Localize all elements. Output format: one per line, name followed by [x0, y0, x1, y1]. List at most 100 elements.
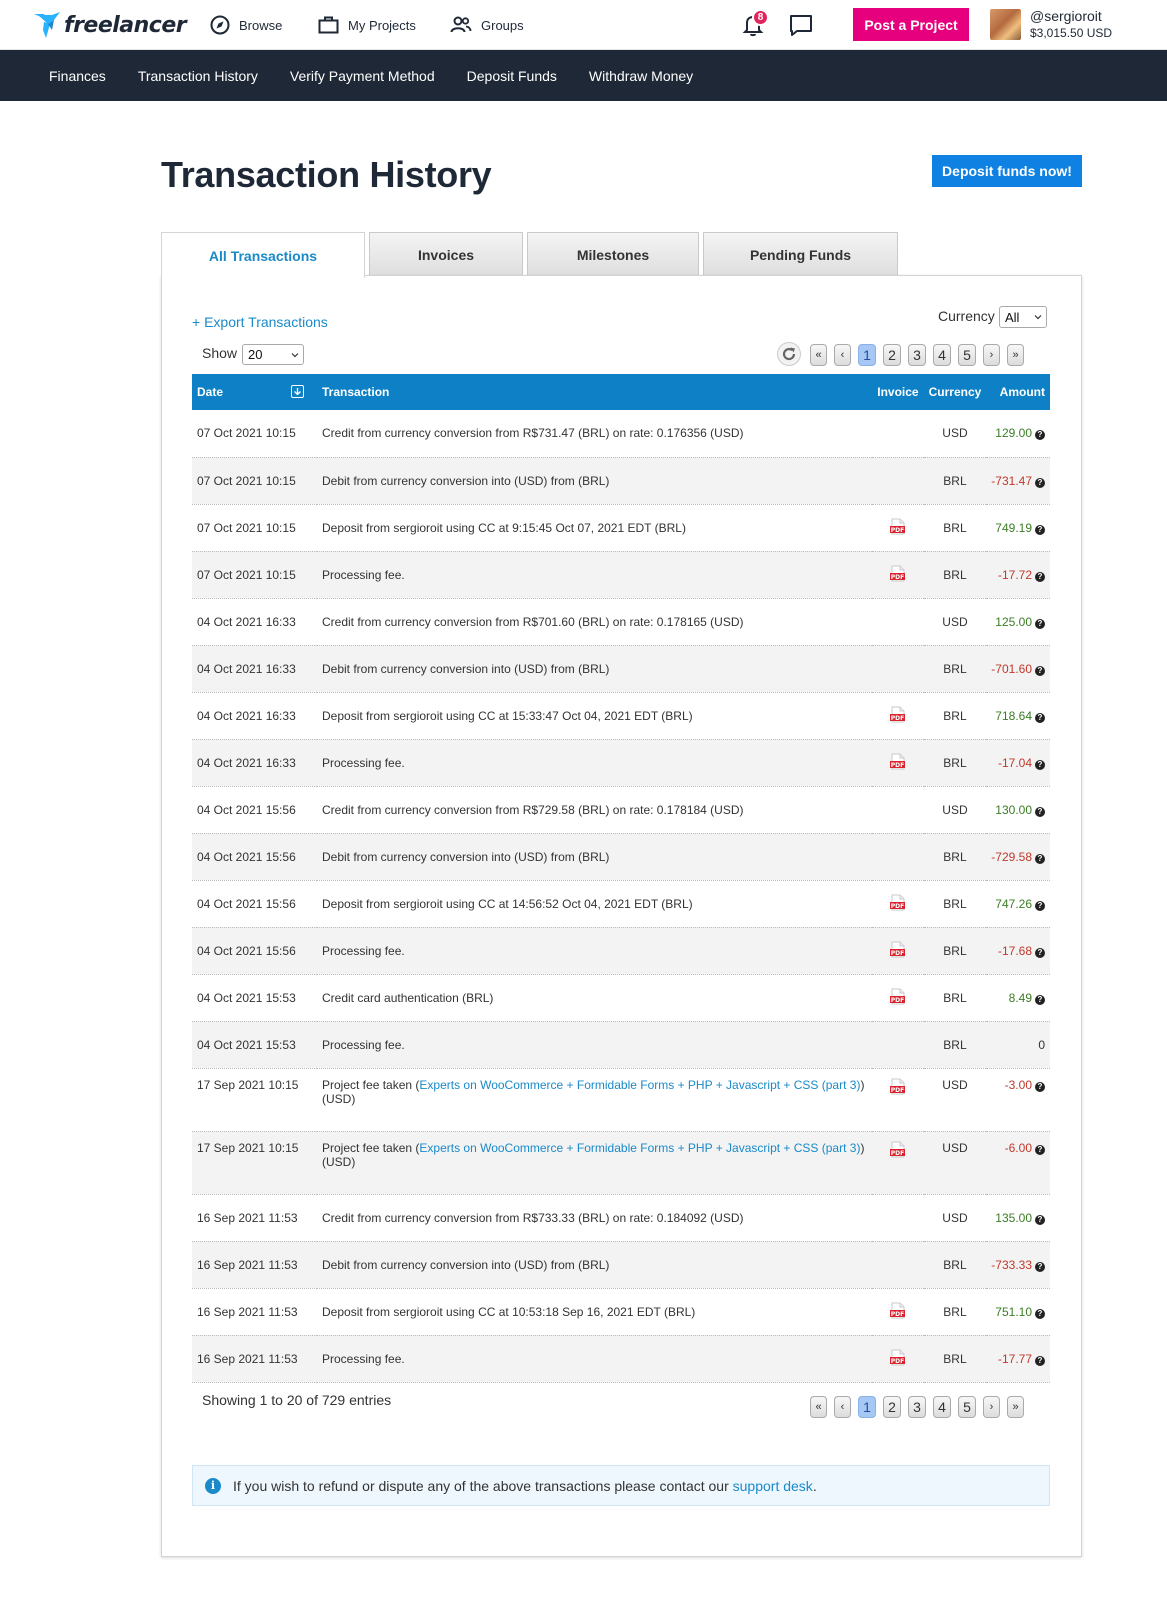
- help-icon[interactable]: ?: [1035, 712, 1045, 723]
- table-row: 04 Oct 2021 16:33 Processing fee. PDF BRL -1…: [192, 739, 1050, 787]
- subnav-transaction-history[interactable]: Transaction History: [138, 68, 258, 84]
- post-project-button[interactable]: Post a Project: [853, 8, 969, 41]
- help-icon[interactable]: ?: [1035, 665, 1045, 676]
- help-icon[interactable]: ?: [1035, 1081, 1045, 1092]
- cell-transaction: Deposit from sergioroit using CC at 15:3…: [317, 692, 873, 740]
- refresh-button[interactable]: [777, 342, 801, 366]
- cell-amount: 0: [986, 1021, 1050, 1069]
- subnav-withdraw-money[interactable]: Withdraw Money: [589, 68, 693, 84]
- subnav-verify-payment[interactable]: Verify Payment Method: [290, 68, 435, 84]
- tab-pending-funds[interactable]: Pending Funds: [703, 232, 898, 276]
- help-icon[interactable]: ?: [1035, 1214, 1045, 1225]
- pager-page-5[interactable]: 5: [958, 1396, 976, 1418]
- cell-invoice: [872, 410, 924, 458]
- pager-next[interactable]: ›: [983, 344, 1000, 366]
- help-icon[interactable]: ?: [1035, 900, 1045, 911]
- pdf-icon[interactable]: PDF: [889, 518, 906, 535]
- pager-first[interactable]: «: [810, 344, 827, 366]
- help-icon[interactable]: ?: [1035, 806, 1045, 817]
- help-icon[interactable]: ?: [1035, 1261, 1045, 1272]
- pager-page-1[interactable]: 1: [858, 344, 876, 366]
- brand-name: freelancer: [64, 12, 187, 38]
- pdf-icon[interactable]: PDF: [889, 894, 906, 911]
- page-size-select[interactable]: 20: [242, 344, 304, 365]
- tab-all-transactions[interactable]: All Transactions: [161, 232, 365, 278]
- pdf-icon[interactable]: PDF: [889, 941, 906, 958]
- sort-desc-icon[interactable]: [291, 385, 304, 398]
- col-currency[interactable]: Currency: [923, 374, 987, 410]
- pdf-icon[interactable]: PDF: [889, 988, 906, 1005]
- pdf-icon[interactable]: PDF: [889, 1349, 906, 1366]
- currency-select[interactable]: All: [999, 306, 1047, 328]
- help-icon[interactable]: ?: [1035, 571, 1045, 582]
- subnav-finances[interactable]: Finances: [49, 68, 106, 84]
- avatar[interactable]: [990, 9, 1021, 40]
- pager-last[interactable]: »: [1007, 1396, 1024, 1418]
- help-icon[interactable]: ?: [1035, 524, 1045, 535]
- cell-transaction: Debit from currency conversion into (USD…: [317, 457, 873, 505]
- help-icon[interactable]: ?: [1035, 618, 1045, 629]
- help-icon[interactable]: ?: [1035, 947, 1045, 958]
- cell-transaction: Debit from currency conversion into (USD…: [317, 645, 873, 693]
- pager-page-5[interactable]: 5: [958, 344, 976, 366]
- svg-text:PDF: PDF: [891, 573, 904, 580]
- help-icon[interactable]: ?: [1035, 994, 1045, 1005]
- pager-page-4[interactable]: 4: [933, 1396, 951, 1418]
- pager-page-1[interactable]: 1: [858, 1396, 876, 1418]
- svg-text:PDF: PDF: [891, 761, 904, 768]
- show-label: Show: [202, 345, 238, 361]
- pdf-icon[interactable]: PDF: [889, 565, 906, 582]
- nav-browse[interactable]: Browse: [210, 12, 282, 38]
- help-icon[interactable]: ?: [1035, 477, 1045, 488]
- pager-page-3[interactable]: 3: [908, 344, 926, 366]
- refresh-icon: [782, 347, 796, 361]
- help-icon[interactable]: ?: [1035, 1144, 1045, 1155]
- cell-transaction: Project fee taken (Experts on WooCommerc…: [317, 1068, 873, 1132]
- transaction-text: Processing fee.: [322, 567, 405, 582]
- pager-page-4[interactable]: 4: [933, 344, 951, 366]
- pdf-icon[interactable]: PDF: [889, 753, 906, 770]
- pager-page-3[interactable]: 3: [908, 1396, 926, 1418]
- cell-invoice: [872, 1021, 924, 1069]
- deposit-funds-button[interactable]: Deposit funds now!: [932, 155, 1082, 187]
- nav-my-projects[interactable]: My Projects: [318, 12, 416, 38]
- pager-first[interactable]: «: [810, 1396, 827, 1418]
- cell-invoice: [872, 598, 924, 646]
- pager-page-2[interactable]: 2: [883, 344, 901, 366]
- col-invoice[interactable]: Invoice: [872, 374, 924, 410]
- help-icon[interactable]: ?: [1035, 853, 1045, 864]
- cell-amount: 125.00?: [986, 598, 1050, 646]
- freelancer-logo[interactable]: freelancer: [34, 8, 187, 42]
- col-transaction[interactable]: Transaction: [317, 374, 873, 410]
- transaction-text: Debit from currency conversion into (USD…: [322, 1257, 610, 1272]
- pager-prev[interactable]: ‹: [834, 344, 851, 366]
- pager-page-2[interactable]: 2: [883, 1396, 901, 1418]
- help-icon[interactable]: ?: [1035, 1308, 1045, 1319]
- project-link[interactable]: Experts on WooCommerce + Formidable Form…: [419, 1078, 860, 1092]
- freelancer-bird-icon: [34, 12, 60, 38]
- pdf-icon[interactable]: PDF: [889, 706, 906, 723]
- amount-value: 0: [1038, 1037, 1045, 1052]
- tab-invoices[interactable]: Invoices: [369, 232, 523, 276]
- cell-amount: -729.58?: [986, 833, 1050, 881]
- info-icon: i: [205, 1477, 221, 1494]
- pager-last[interactable]: »: [1007, 344, 1024, 366]
- pager-next[interactable]: ›: [983, 1396, 1000, 1418]
- project-link[interactable]: Experts on WooCommerce + Formidable Form…: [419, 1141, 860, 1155]
- tab-milestones[interactable]: Milestones: [527, 232, 699, 276]
- pager-prev[interactable]: ‹: [834, 1396, 851, 1418]
- export-transactions-link[interactable]: + Export Transactions: [192, 314, 328, 330]
- help-icon[interactable]: ?: [1035, 430, 1045, 441]
- col-amount[interactable]: Amount: [986, 374, 1050, 410]
- help-icon[interactable]: ?: [1035, 759, 1045, 770]
- pdf-icon[interactable]: PDF: [889, 1078, 906, 1095]
- support-desk-link[interactable]: support desk: [733, 1478, 813, 1494]
- username[interactable]: @sergioroit: [1030, 8, 1102, 24]
- pdf-icon[interactable]: PDF: [889, 1302, 906, 1319]
- pdf-icon[interactable]: PDF: [889, 1141, 906, 1158]
- chat-icon[interactable]: [788, 13, 814, 39]
- help-icon[interactable]: ?: [1035, 1355, 1045, 1366]
- subnav-deposit-funds[interactable]: Deposit Funds: [467, 68, 557, 84]
- amount-value: 8.49: [1008, 990, 1032, 1005]
- nav-groups[interactable]: Groups: [450, 12, 524, 38]
